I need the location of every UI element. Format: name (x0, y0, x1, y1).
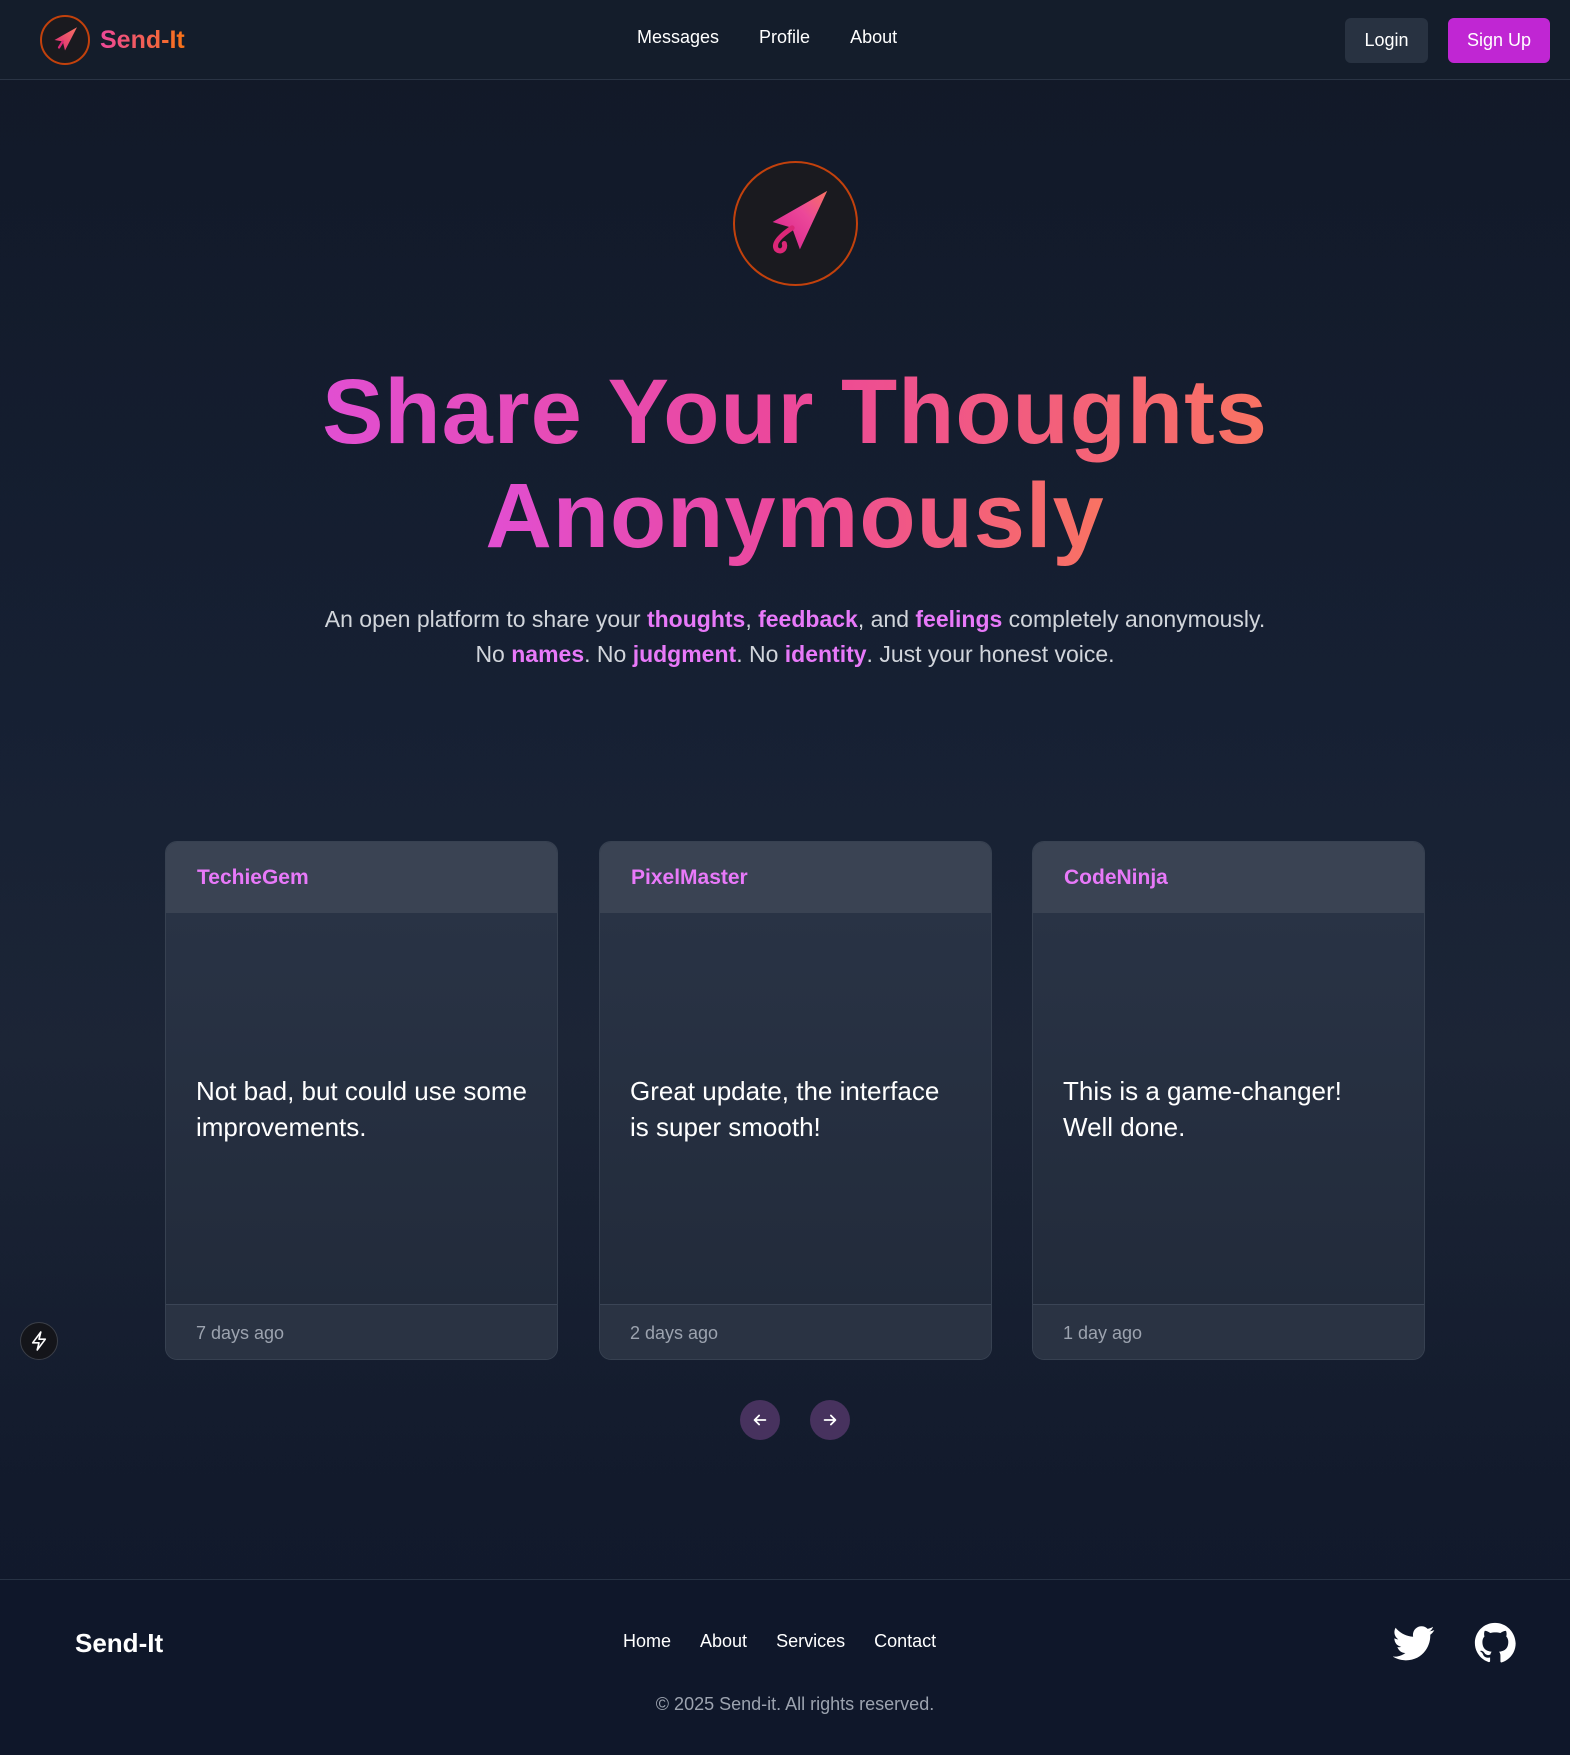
hero-paper-plane-icon (733, 161, 858, 286)
message-card: PixelMaster Great update, the interface … (599, 841, 992, 1360)
card-timestamp: 2 days ago (630, 1322, 719, 1343)
card-message: This is a game-changer! Well done. (1063, 1075, 1342, 1142)
twitter-icon (1392, 1626, 1435, 1661)
card-header: TechieGem (166, 842, 557, 913)
carousel-prev-button[interactable] (740, 1400, 780, 1440)
lightning-icon (31, 1331, 47, 1351)
footer-links: Home About Services Contact (623, 1631, 936, 1652)
highlight-names: names (511, 641, 585, 667)
card-header: CodeNinja (1033, 842, 1424, 913)
hero-subtitle: An open platform to share your thoughts,… (0, 602, 1570, 672)
login-button[interactable]: Login (1345, 18, 1428, 63)
subtitle-text: No (475, 641, 512, 667)
nav-link-about[interactable]: About (850, 27, 897, 48)
highlight-thoughts: thoughts (646, 606, 746, 632)
nav-links: Messages Profile About (637, 27, 897, 48)
nav-link-messages[interactable]: Messages (637, 27, 719, 48)
card-body: Not bad, but could use some improvements… (166, 913, 557, 1304)
footer-link-about[interactable]: About (700, 1631, 747, 1652)
footer-copyright: © 2025 Send-it. All rights reserved. (655, 1694, 935, 1714)
github-link[interactable] (1474, 1622, 1516, 1664)
message-card: CodeNinja This is a game-changer! Well d… (1032, 841, 1425, 1360)
card-body: Great update, the interface is super smo… (600, 913, 991, 1304)
subtitle-text: An open platform to share your (324, 606, 647, 632)
subtitle-text: , (745, 606, 759, 632)
subtitle-text: , and (857, 606, 916, 632)
highlight-judgment: judgment (632, 641, 737, 667)
card-message: Great update, the interface is super smo… (630, 1075, 940, 1142)
subtitle-text: . Just your honest voice. (866, 641, 1115, 667)
card-message: Not bad, but could use some improvements… (196, 1075, 527, 1142)
brand[interactable]: Send-It (40, 15, 185, 65)
card-footer: 1 day ago (1033, 1304, 1424, 1359)
arrow-right-icon (823, 1414, 837, 1426)
card-username: TechieGem (197, 865, 309, 889)
arrow-left-icon (753, 1414, 767, 1426)
github-icon (1474, 1622, 1516, 1663)
footer-link-contact[interactable]: Contact (874, 1631, 936, 1652)
highlight-feedback: feedback (758, 606, 858, 632)
subtitle-text: . No (584, 641, 633, 667)
card-header: PixelMaster (600, 842, 991, 913)
paper-plane-icon (40, 15, 90, 65)
card-footer: 2 days ago (600, 1304, 991, 1359)
highlight-feelings: feelings (915, 606, 1003, 632)
footer: Send-It Home About Services Contact © 20… (0, 1579, 1570, 1755)
card-timestamp: 1 day ago (1063, 1322, 1143, 1343)
hero-title: Share Your Thoughts Anonymously (0, 360, 1570, 568)
hero-title-line2: Anonymously (485, 465, 1105, 567)
hero-title-line1: Share Your Thoughts (322, 361, 1268, 463)
carousel-next-button[interactable] (810, 1400, 850, 1440)
subtitle-text: completely anonymously. (1002, 606, 1266, 632)
message-card: TechieGem Not bad, but could use some im… (165, 841, 558, 1360)
brand-name: Send-It (100, 25, 185, 54)
lightning-button[interactable] (20, 1322, 58, 1360)
card-username: CodeNinja (1064, 865, 1168, 889)
footer-link-services[interactable]: Services (776, 1631, 845, 1652)
footer-link-home[interactable]: Home (623, 1631, 671, 1652)
highlight-identity: identity (784, 641, 867, 667)
twitter-link[interactable] (1392, 1622, 1435, 1664)
card-timestamp: 7 days ago (196, 1322, 285, 1343)
nav-link-profile[interactable]: Profile (759, 27, 810, 48)
subtitle-text: . No (736, 641, 785, 667)
card-footer: 7 days ago (166, 1304, 557, 1359)
signup-button[interactable]: Sign Up (1448, 18, 1550, 63)
footer-brand[interactable]: Send-It (75, 1628, 163, 1659)
card-username: PixelMaster (631, 865, 748, 889)
navbar: Send-It Messages Profile About Login Sig… (0, 0, 1570, 80)
card-body: This is a game-changer! Well done. (1033, 913, 1424, 1304)
